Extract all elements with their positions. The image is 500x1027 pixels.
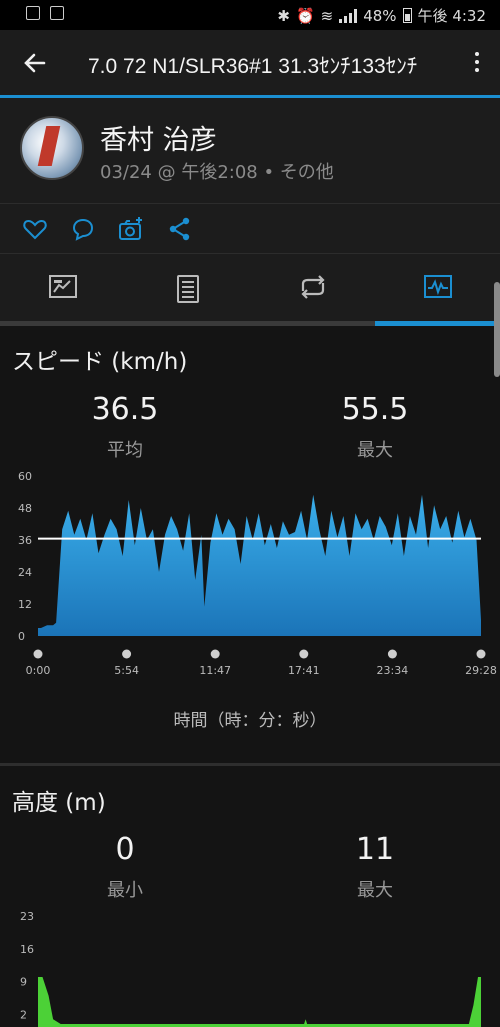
speed-x-tick-label: 17:41 [288,664,320,677]
altitude-max-label: 最大 [357,880,393,901]
tab-bar [0,254,500,326]
heart-icon[interactable] [22,216,48,242]
speed-x-tick-label: 5:54 [114,664,139,677]
speed-x-tick-label: 23:34 [377,664,409,677]
tab-laps[interactable] [250,254,375,326]
document-icon [177,275,199,303]
back-arrow-icon[interactable] [20,48,50,78]
signal-icon [339,8,358,23]
bluetooth-icon: ✱ [277,6,290,25]
altitude-min-value: 0 [115,832,135,867]
altitude-max-value: 11 [355,832,395,867]
tab-indicator [0,321,500,326]
speed-max-label: 最大 [357,440,393,461]
camera-add-icon[interactable] [118,216,144,242]
user-name: 香村 治彦 [100,125,217,156]
activity-title: 7.0 72 N1/SLR36#1 31.3ｾﾝﾁ133ｾﾝﾁ [88,55,418,78]
more-options-icon[interactable] [472,50,482,76]
speed-x-tick-dot [33,649,43,659]
speed-y-tick-label: 0 [18,630,25,643]
share-icon[interactable] [167,216,193,242]
gallery-notification-icon [26,6,40,20]
speed-x-tick-label: 29:28 [465,664,497,677]
speed-x-tick-dot [476,649,486,659]
speed-x-tick-dot [122,649,132,659]
comment-icon[interactable] [70,216,96,242]
clipboard-notification-icon [50,6,64,20]
status-bar: ✱ ⏰ ≋ 48% 午後 4:32 [0,0,500,30]
speed-x-tick-dot [210,649,220,659]
tab-details[interactable] [125,254,250,326]
speed-x-tick-dot [299,649,309,659]
speed-x-axis-caption: 時間（時：分：秒） [173,711,327,731]
speed-chart: 0 12 24 36 48 60 0:00 5:54 11:47 17:41 23:34 29:28 [18,470,497,677]
app-bar: 7.0 72 N1/SLR36#1 31.3ｾﾝﾁ133ｾﾝﾁ [0,30,500,98]
altitude-min-label: 最小 [107,880,143,901]
altitude-area-series [38,977,481,1027]
speed-x-tick-dot [387,649,397,659]
section-divider [0,763,500,766]
tab-charts[interactable] [375,254,500,326]
speed-section-title: スピード (km/h) [12,349,188,375]
altitude-y-tick-label: 23 [20,910,34,923]
altitude-section-title: 高度 (m) [12,790,106,816]
speed-max-value: 55.5 [341,392,409,427]
scrollbar[interactable] [494,282,500,377]
summary-chart-icon [49,275,77,298]
altitude-y-tick-label: 2 [20,1009,27,1022]
loop-icon [301,275,325,299]
speed-y-tick-label: 12 [18,598,32,611]
clock: 午後 4:32 [417,7,486,25]
speed-y-tick-label: 36 [18,534,32,547]
speed-x-tick-label: 11:47 [199,664,231,677]
alarm-icon: ⏰ [295,6,315,25]
activity-chart-icon [424,275,452,298]
avatar[interactable] [20,116,84,180]
speed-average-label: 平均 [107,440,143,461]
altitude-y-tick-label: 16 [20,943,34,956]
speed-y-tick-label: 24 [18,566,32,579]
speed-y-tick-label: 60 [18,470,32,483]
activity-meta: 03/24 @ 午後2:08 • その他 [100,162,334,183]
altitude-chart: 2 9 16 23 [20,910,481,1027]
profile-header: 香村 治彦 03/24 @ 午後2:08 • その他 [0,98,500,204]
speed-x-tick-label: 0:00 [26,664,51,677]
speed-y-tick-label: 48 [18,502,32,515]
tab-overview[interactable] [0,254,125,326]
battery-percent: 48% [363,6,397,25]
battery-icon [402,8,412,23]
wifi-icon: ≋ [320,6,334,25]
speed-area-series [38,494,481,636]
speed-average-value: 36.5 [91,392,159,427]
altitude-y-tick-label: 9 [20,976,27,989]
action-bar [0,204,500,254]
